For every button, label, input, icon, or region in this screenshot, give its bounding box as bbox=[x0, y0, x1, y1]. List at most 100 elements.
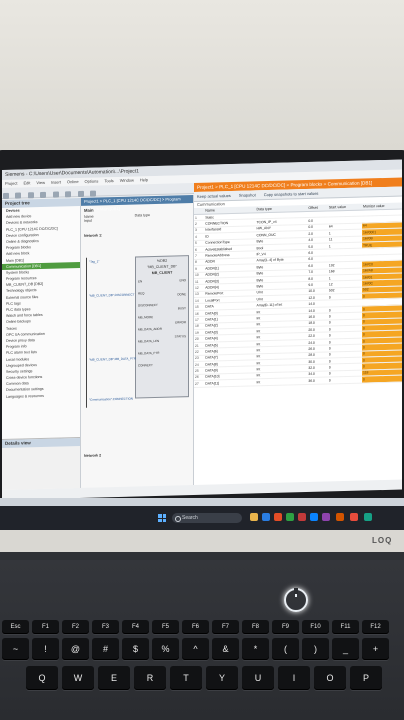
block-input-pin: MB_DATA_LEN bbox=[138, 338, 160, 344]
keyboard-key[interactable]: @ bbox=[62, 638, 89, 660]
menu-item[interactable]: View bbox=[36, 180, 45, 185]
db-row-number: 27 bbox=[194, 380, 205, 388]
keyboard-key[interactable]: * bbox=[242, 638, 269, 660]
keyboard-key[interactable]: _ bbox=[332, 638, 359, 660]
new-project-icon[interactable] bbox=[3, 192, 9, 199]
block-input-pin: EN bbox=[138, 279, 143, 284]
keyboard-key[interactable]: Y bbox=[206, 666, 238, 690]
keyboard-key[interactable]: ^ bbox=[182, 638, 209, 660]
db-toolbar-button[interactable]: Keep actual values bbox=[197, 193, 231, 199]
block-output-pin: ERROR bbox=[175, 320, 186, 325]
parameter-tag[interactable]: "MB_CLIENT_DB".MB_DATA_PTR bbox=[89, 356, 136, 361]
keyboard-key[interactable]: O bbox=[314, 666, 346, 690]
cut-icon[interactable] bbox=[40, 191, 47, 198]
keyboard-key[interactable]: Q bbox=[26, 666, 58, 690]
db-cell-start: 0 bbox=[327, 376, 362, 384]
keyboard-key[interactable]: F5 bbox=[152, 620, 179, 634]
keyboard-key[interactable]: & bbox=[212, 638, 239, 660]
paste-icon[interactable] bbox=[65, 191, 72, 198]
app-icon[interactable] bbox=[286, 513, 294, 521]
menu-item[interactable]: Project bbox=[5, 181, 17, 186]
program-editor: Project1 > PLC_1 [CPU 1214C DC/DC/DC] > … bbox=[81, 194, 194, 488]
details-view-header[interactable]: Details view bbox=[2, 437, 80, 448]
keyboard-key[interactable]: F1 bbox=[32, 620, 59, 634]
col-type: Data type bbox=[134, 213, 150, 218]
keyboard-key[interactable]: E bbox=[98, 666, 130, 690]
tia-portal-icon[interactable] bbox=[310, 513, 318, 521]
data-block-editor: Project1 > PLC_1 [CPU 1214C DC/DC/DC] > … bbox=[194, 177, 402, 485]
app-icon[interactable] bbox=[364, 513, 372, 521]
keyboard-key[interactable]: F8 bbox=[242, 620, 269, 634]
keyboard-key[interactable]: F10 bbox=[302, 620, 329, 634]
keyboard-key[interactable]: W bbox=[62, 666, 94, 690]
keyboard-key[interactable]: F4 bbox=[122, 620, 149, 634]
laptop-brand-logo: LOQ bbox=[372, 536, 393, 545]
keyboard-key[interactable]: F7 bbox=[212, 620, 239, 634]
menu-item[interactable]: Options bbox=[85, 178, 99, 183]
keyboard-key[interactable]: % bbox=[152, 638, 179, 660]
app-icon[interactable] bbox=[322, 513, 330, 521]
network-1-title[interactable]: Network 1: bbox=[84, 233, 102, 237]
menu-item[interactable]: Insert bbox=[51, 179, 61, 184]
power-icon[interactable] bbox=[284, 588, 308, 612]
mb-client-block[interactable]: %DB2 "MB_CLIENT_DB" MB_CLIENT EN REQ DISCO… bbox=[135, 255, 189, 399]
tree-list: Add new device Devices & networks PLC_1 [C… bbox=[2, 212, 80, 400]
keyboard-key[interactable]: R bbox=[134, 666, 166, 690]
keyboard-key[interactable]: P bbox=[350, 666, 382, 690]
keyboard-key[interactable]: U bbox=[242, 666, 274, 690]
app-icon[interactable] bbox=[336, 513, 344, 521]
menu-item[interactable]: Window bbox=[120, 178, 134, 183]
keyboard-key[interactable]: I bbox=[278, 666, 310, 690]
parameter-tag[interactable]: "Tag_1" bbox=[89, 259, 99, 263]
block-output-pin: BUSY bbox=[177, 306, 186, 311]
db-toolbar-button[interactable]: Copy snapshots to start values bbox=[264, 191, 319, 197]
block-output-pin: ENO bbox=[179, 278, 186, 283]
block-output-pin: STATUS bbox=[174, 334, 186, 339]
laptop-screen: Siemens - C:\Users\User\Documents\Automa… bbox=[2, 159, 402, 500]
menu-item[interactable]: Tools bbox=[104, 178, 113, 183]
tree-item[interactable]: Languages & resources bbox=[2, 392, 80, 400]
menu-item[interactable]: Edit bbox=[23, 180, 30, 185]
search-icon bbox=[175, 516, 181, 522]
save-project-icon[interactable] bbox=[27, 192, 34, 199]
keyboard-key[interactable]: # bbox=[92, 638, 119, 660]
app-icon[interactable] bbox=[274, 513, 282, 521]
app-icon[interactable] bbox=[350, 513, 358, 521]
menu-item[interactable]: Help bbox=[140, 177, 148, 182]
keyboard-key[interactable]: $ bbox=[122, 638, 149, 660]
keyboard-key[interactable]: Esc bbox=[2, 620, 29, 634]
keyboard-key[interactable]: ) bbox=[302, 638, 329, 660]
file-explorer-icon[interactable] bbox=[250, 513, 258, 521]
db-cell-type: Int bbox=[255, 377, 308, 386]
edge-icon[interactable] bbox=[262, 513, 270, 521]
keyboard-key[interactable]: ! bbox=[32, 638, 59, 660]
keyboard-key[interactable]: ~ bbox=[2, 638, 29, 660]
keyboard-key[interactable]: F9 bbox=[272, 620, 299, 634]
db-cell-name: DATA[11] bbox=[204, 379, 256, 387]
db-cell-offset: 36.0 bbox=[307, 377, 328, 385]
keyboard-key[interactable]: F2 bbox=[62, 620, 89, 634]
undo-icon[interactable] bbox=[77, 190, 84, 198]
taskbar-search[interactable]: Search bbox=[172, 513, 242, 523]
block-input-pin: MB_DATA_ADDR bbox=[138, 326, 162, 332]
keyboard-key[interactable]: ( bbox=[272, 638, 299, 660]
keyboard-key[interactable]: F11 bbox=[332, 620, 359, 634]
download-icon[interactable] bbox=[90, 190, 97, 197]
block-input-pin: REQ bbox=[138, 291, 145, 296]
parameter-tag[interactable]: "MB_CLIENT_DB".DISCONNECT bbox=[89, 293, 134, 298]
keyboard-key[interactable]: T bbox=[170, 666, 202, 690]
menu-item[interactable]: Online bbox=[67, 179, 79, 184]
db-toolbar-button[interactable]: Snapshot bbox=[239, 192, 256, 197]
keyboard-key[interactable]: F3 bbox=[92, 620, 119, 634]
keyboard-key[interactable]: F12 bbox=[362, 620, 389, 634]
block-input-pin: CONNECT bbox=[138, 363, 153, 368]
parameter-tag[interactable]: "Communication".CONNECTION bbox=[89, 397, 133, 402]
app-icon[interactable] bbox=[298, 513, 306, 521]
network-2-title[interactable]: Network 2 bbox=[84, 453, 101, 457]
block-type-name: MB_CLIENT bbox=[151, 270, 173, 276]
keyboard-key[interactable]: + bbox=[362, 638, 389, 660]
copy-icon[interactable] bbox=[52, 191, 59, 198]
open-project-icon[interactable] bbox=[15, 192, 22, 199]
keyboard-key[interactable]: F6 bbox=[182, 620, 209, 634]
windows-start-icon[interactable] bbox=[158, 514, 166, 522]
